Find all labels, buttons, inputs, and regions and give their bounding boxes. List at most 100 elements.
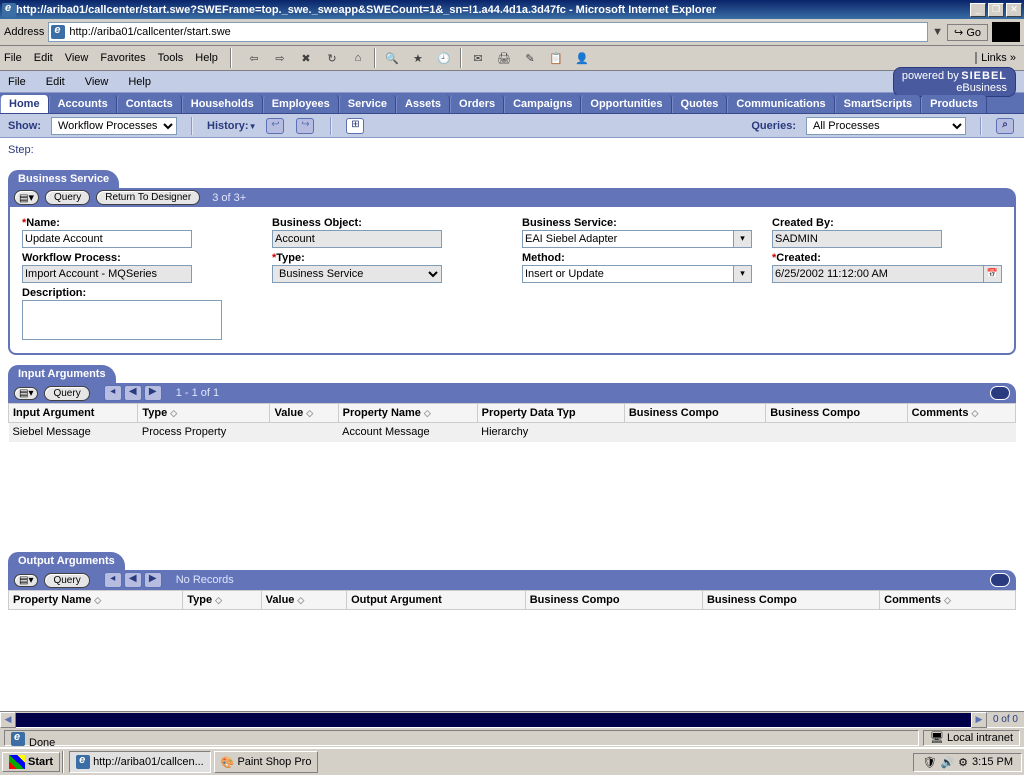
col-value[interactable]: Value◇ [261,591,346,610]
tab-campaigns[interactable]: Campaigns [504,95,581,113]
stop-icon[interactable]: ✖ [296,48,316,68]
tab-accounts[interactable]: Accounts [49,95,117,113]
col-bus-comp-2[interactable]: Business Compo [702,591,879,610]
col-bus-comp-1[interactable]: Business Compo [525,591,702,610]
task-ie[interactable]: http://ariba01/callcen... [69,751,211,773]
first-record-icon[interactable]: ◂ [104,385,122,401]
export-icon[interactable] [990,386,1010,400]
tray-icon[interactable]: ⚙ [958,756,968,769]
col-bus-comp-2[interactable]: Business Compo [766,404,907,423]
start-button[interactable]: Start [2,752,60,772]
return-to-designer-button[interactable]: Return To Designer [96,190,200,205]
col-input-argument[interactable]: Input Argument [9,404,138,423]
binoculars-icon[interactable]: ⌕ [996,118,1014,134]
tab-products[interactable]: Products [921,95,987,113]
cell[interactable]: Process Property [138,423,270,442]
ie-menu-favorites[interactable]: Favorites [100,52,145,64]
tab-communications[interactable]: Communications [727,95,834,113]
first-record-icon[interactable]: ◂ [104,572,122,588]
sort-icon[interactable]: ◇ [215,595,222,605]
tab-employees[interactable]: Employees [263,95,339,113]
sort-icon[interactable]: ◇ [170,408,177,418]
tab-households[interactable]: Households [182,95,263,113]
col-type[interactable]: Type◇ [138,404,270,423]
menu-edit[interactable]: Edit [46,76,65,88]
tab-orders[interactable]: Orders [450,95,504,113]
ie-menu-view[interactable]: View [65,52,89,64]
print-icon[interactable]: 🖨 [494,48,514,68]
export-icon[interactable] [990,573,1010,587]
menu-view[interactable]: View [85,76,109,88]
prev-record-icon[interactable]: ◀ [124,572,142,588]
favorites-icon[interactable]: ★ [408,48,428,68]
col-value[interactable]: Value◇ [270,404,338,423]
links-label[interactable]: Links » [975,52,1020,64]
mail-icon[interactable]: ✉ [468,48,488,68]
tab-quotes[interactable]: Quotes [672,95,728,113]
tab-smartscripts[interactable]: SmartScripts [835,95,921,113]
home-icon[interactable]: ⌂ [348,48,368,68]
cell[interactable] [270,423,338,442]
name-field[interactable] [22,230,192,248]
refresh-icon[interactable]: ↻ [322,48,342,68]
picker-icon[interactable]: ▾ [734,230,752,248]
horizontal-scrollbar[interactable]: ◀ ▶ 0 of 0 [0,711,1024,727]
tab-assets[interactable]: Assets [396,95,450,113]
table-row[interactable]: Siebel Message Process Property Account … [9,423,1016,442]
show-dropdown[interactable]: Workflow Processes [51,117,177,135]
ie-menu-tools[interactable]: Tools [158,52,184,64]
sort-icon[interactable]: ◇ [94,595,101,605]
edit-icon[interactable]: ✎ [520,48,540,68]
tray-icon[interactable]: 🔊 [940,756,954,769]
col-comments[interactable]: Comments◇ [907,404,1015,423]
ie-menu-help[interactable]: Help [195,52,218,64]
cell[interactable] [766,423,907,442]
tab-contacts[interactable]: Contacts [117,95,182,113]
restore-button[interactable]: ❐ [988,3,1004,17]
queries-dropdown[interactable]: All Processes [806,117,966,135]
sort-icon[interactable]: ◇ [971,408,978,418]
dropdown-icon[interactable]: ▼ [932,26,943,38]
related-icon[interactable]: 👤 [572,48,592,68]
col-property-name[interactable]: Property Name◇ [338,404,477,423]
col-output-argument[interactable]: Output Argument [347,591,526,610]
sort-icon[interactable]: ◇ [944,595,951,605]
tab-service[interactable]: Service [339,95,396,113]
col-comments[interactable]: Comments◇ [880,591,1016,610]
col-property-data-type[interactable]: Property Data Typ [477,404,624,423]
cell[interactable]: Account Message [338,423,477,442]
tab-opportunities[interactable]: Opportunities [581,95,671,113]
cell[interactable] [624,423,765,442]
method-field[interactable] [522,265,734,283]
close-button[interactable]: ✕ [1006,3,1022,17]
query-button[interactable]: Query [44,573,89,588]
history-back-icon[interactable]: ↩ [266,118,284,134]
tray-icon[interactable]: 🛡 [922,756,936,769]
ie-menu-edit[interactable]: Edit [34,52,53,64]
ie-menu-file[interactable]: File [4,52,22,64]
next-record-icon[interactable]: ▶ [144,385,162,401]
type-field[interactable]: Business Service [272,265,442,283]
calendar-icon[interactable]: 📅 [984,265,1002,283]
sort-icon[interactable]: ◇ [297,595,304,605]
query-button[interactable]: Query [45,190,90,205]
system-tray[interactable]: 🛡 🔊 ⚙ 3:15 PM [913,753,1022,772]
description-field[interactable] [22,300,222,340]
minimize-button[interactable]: _ [970,3,986,17]
scroll-right-icon[interactable]: ▶ [971,712,987,728]
picker-icon[interactable]: ▾ [734,265,752,283]
menu-help[interactable]: Help [128,76,151,88]
discuss-icon[interactable]: 📋 [546,48,566,68]
sitemap-icon[interactable]: ⊞ [346,118,364,134]
menu-button[interactable]: ▤▾ [14,574,38,587]
sort-icon[interactable]: ◇ [306,408,313,418]
col-bus-comp-1[interactable]: Business Compo [624,404,765,423]
next-record-icon[interactable]: ▶ [144,572,162,588]
history-icon[interactable]: 🕘 [434,48,454,68]
tab-home[interactable]: Home [0,95,49,113]
prev-record-icon[interactable]: ◀ [124,385,142,401]
menu-file[interactable]: File [8,76,26,88]
menu-button[interactable]: ▤▾ [14,387,38,400]
go-button[interactable]: ↪ Go [947,24,988,41]
business-service-field[interactable] [522,230,734,248]
